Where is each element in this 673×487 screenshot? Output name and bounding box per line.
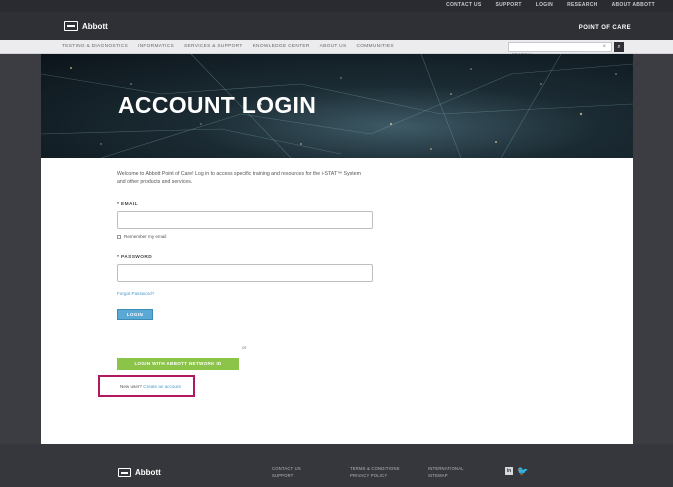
brand-bar: Abbott POINT OF CARE [0, 12, 673, 40]
abbott-logo-icon [118, 468, 131, 477]
utility-links: CONTACT US SUPPORT LOGIN RESEARCH ABOUT … [446, 2, 655, 8]
remember-checkbox[interactable] [117, 234, 121, 239]
hero-banner: ACCOUNT LOGIN [41, 54, 633, 158]
forgot-password-link[interactable]: Forgot Password? [117, 291, 154, 296]
footer-link-contact[interactable]: CONTACT US [272, 465, 301, 472]
section-title[interactable]: POINT OF CARE [579, 25, 631, 31]
highlight-annotation [98, 375, 195, 397]
utility-link-login[interactable]: LOGIN [536, 2, 553, 8]
footer-link-international[interactable]: INTERNATIONAL [428, 465, 464, 472]
nav-item-informatics[interactable]: INFORMATICS [138, 44, 174, 49]
clear-icon[interactable]: × [602, 43, 606, 51]
page-title: ACCOUNT LOGIN [118, 92, 317, 118]
intro-text: Welcome to Abbott Point of Care! Log in … [117, 171, 361, 185]
footer-link-support[interactable]: SUPPORT [272, 472, 301, 479]
nav-item-about[interactable]: ABOUT US [320, 44, 347, 49]
or-divider: or [242, 346, 247, 351]
remember-label[interactable]: Remember my email [124, 234, 166, 239]
utility-link-support[interactable]: SUPPORT [495, 2, 521, 8]
nav-item-knowledge[interactable]: KNOWLEDGE CENTER [253, 44, 310, 49]
utility-bar: CONTACT US SUPPORT LOGIN RESEARCH ABOUT … [0, 0, 673, 12]
utility-link-about[interactable]: ABOUT ABBOTT [612, 2, 655, 8]
nav-item-services[interactable]: SERVICES & SUPPORT [184, 44, 243, 49]
remember-row: Remember my email [117, 234, 417, 239]
footer-link-sitemap[interactable]: SITEMAP [428, 472, 464, 479]
logo-text: Abbott [82, 21, 108, 31]
footer-logo[interactable]: Abbott [118, 468, 161, 477]
password-field[interactable] [117, 264, 373, 282]
abbott-network-login-button[interactable]: LOGIN WITH ABBOTT NETWORK ID [117, 358, 239, 370]
login-form: Welcome to Abbott Point of Care! Log in … [117, 170, 417, 389]
nav-item-testing[interactable]: TESTING & DIAGNOSTICS [62, 44, 128, 49]
search-button[interactable]: ⌕ [614, 42, 624, 52]
footer-link-privacy[interactable]: PRIVACY POLICY [350, 472, 400, 479]
footer-link-terms[interactable]: TERMS & CONDITIONS [350, 465, 400, 472]
password-label: * PASSWORD [117, 255, 153, 260]
main-nav: TESTING & DIAGNOSTICS INFORMATICS SERVIC… [0, 40, 673, 59]
twitter-icon[interactable]: 🐦 [517, 467, 528, 476]
social-links: in 🐦 [505, 467, 528, 476]
utility-link-research[interactable]: RESEARCH [567, 2, 597, 8]
footer-col-1: CONTACT US SUPPORT [272, 465, 301, 479]
footer-col-3: INTERNATIONAL SITEMAP [428, 465, 464, 479]
footer-logo-text: Abbott [135, 468, 161, 477]
linkedin-icon[interactable]: in [505, 467, 513, 475]
email-field[interactable] [117, 211, 373, 229]
search-box: × [508, 42, 612, 59]
footer: Abbott CONTACT US SUPPORT TERMS & CONDIT… [0, 444, 673, 487]
abbott-logo-icon [64, 21, 78, 31]
abbott-logo[interactable]: Abbott [64, 21, 108, 31]
nav-item-communities[interactable]: COMMUNITIES [356, 44, 393, 49]
email-label: * EMAIL [117, 202, 138, 207]
utility-link-contact[interactable]: CONTACT US [446, 2, 481, 8]
footer-col-2: TERMS & CONDITIONS PRIVACY POLICY [350, 465, 400, 479]
login-button[interactable]: LOGIN [117, 309, 153, 320]
magnifier-icon: ⌕ [617, 44, 621, 50]
